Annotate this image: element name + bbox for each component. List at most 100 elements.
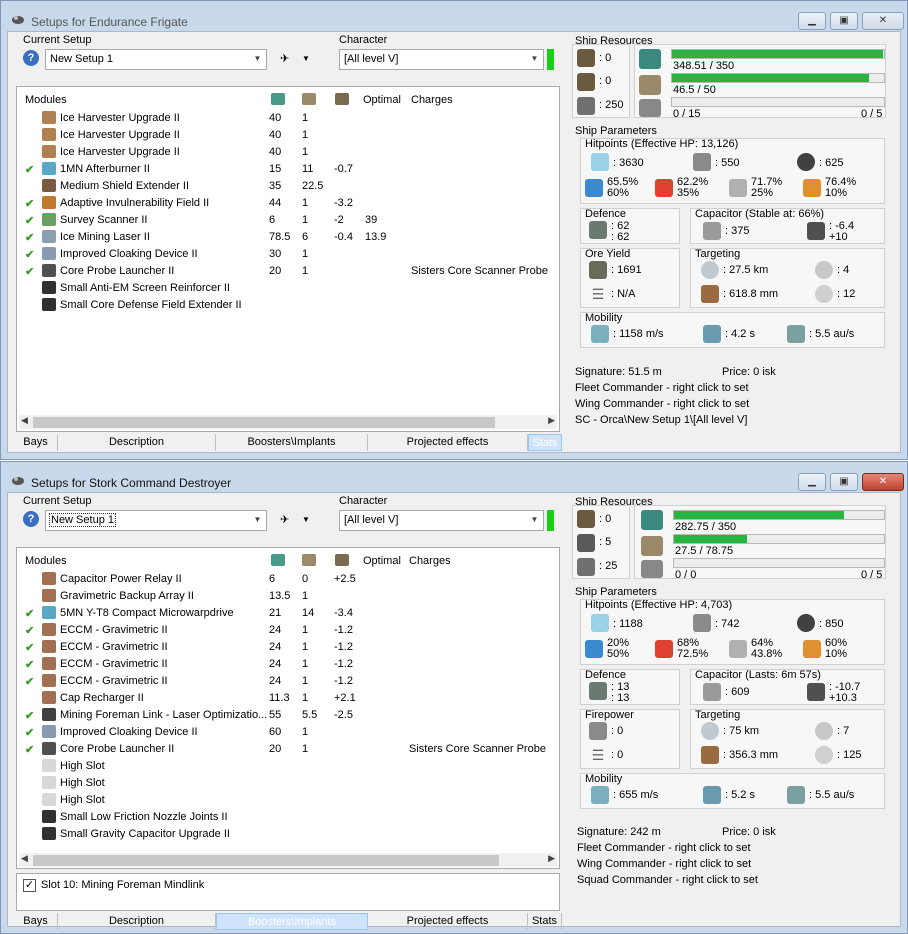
tab-stats[interactable]: Stats	[528, 434, 562, 451]
module-row[interactable]: Ice Harvester Upgrade II 40 1	[17, 144, 562, 161]
module-row[interactable]: ✔ Improved Cloaking Device II 60 1	[17, 724, 562, 741]
module-row[interactable]: ✔ ECCM - Gravimetric II 24 1 -1.2	[17, 673, 562, 690]
module-row[interactable]: ✔ Mining Foreman Link - Laser Optimizatio…	[17, 707, 562, 724]
column-optimal[interactable]: Optimal	[363, 555, 401, 567]
module-row[interactable]: High Slot	[17, 758, 562, 775]
active-check-icon[interactable]: ✔	[25, 726, 34, 739]
tab-boosters-implants[interactable]: Boosters\Implants	[216, 913, 368, 930]
column-charges[interactable]: Charges	[409, 555, 451, 567]
module-row[interactable]: High Slot	[17, 775, 562, 792]
scrollbar-thumb[interactable]	[33, 417, 495, 428]
active-check-icon[interactable]: ✔	[25, 197, 34, 210]
module-row[interactable]: ✔ 1MN Afterburner II 15 11 -0.7	[17, 161, 562, 178]
module-row[interactable]: High Slot	[17, 792, 562, 809]
close-button[interactable]: ✕	[862, 12, 904, 30]
defence-group: Defence : 13: 13	[580, 669, 680, 705]
column-charges[interactable]: Charges	[411, 94, 453, 106]
scroll-left-icon[interactable]: ◀	[21, 415, 28, 426]
active-check-icon[interactable]: ✔	[25, 214, 34, 227]
active-check-icon[interactable]: ✔	[25, 675, 34, 688]
tab-projected-effects[interactable]: Projected effects	[368, 913, 528, 930]
module-row[interactable]: Ice Harvester Upgrade II 40 1	[17, 110, 562, 127]
module-row[interactable]: Small Gravity Capacitor Upgrade II	[17, 826, 562, 843]
column-optimal[interactable]: Optimal	[363, 94, 401, 106]
module-row[interactable]: ✔ ECCM - Gravimetric II 24 1 -1.2	[17, 639, 562, 656]
module-row[interactable]: Medium Shield Extender II 35 22.5	[17, 178, 562, 195]
module-row[interactable]: Ice Harvester Upgrade II 40 1	[17, 127, 562, 144]
column-cpu-icon[interactable]	[271, 554, 285, 566]
active-check-icon[interactable]: ✔	[25, 641, 34, 654]
minimize-button[interactable]: ▁	[798, 12, 826, 30]
column-capacitor-icon[interactable]	[335, 93, 349, 105]
tab-boosters-implants[interactable]: Boosters\Implants	[216, 434, 368, 451]
module-row[interactable]: Small Core Defense Field Extender II	[17, 297, 562, 314]
scroll-left-icon[interactable]: ◀	[21, 853, 28, 864]
active-check-icon[interactable]: ✔	[25, 743, 34, 756]
modules-list[interactable]: Modules Optimal Charges Ice Harvester Up…	[16, 86, 560, 432]
horizontal-scrollbar[interactable]: ◀ ▶	[19, 853, 557, 867]
module-row[interactable]: Cap Recharger II 11.3 1 +2.1	[17, 690, 562, 707]
active-check-icon[interactable]: ✔	[25, 658, 34, 671]
module-row[interactable]: ✔ Survey Scanner II 6 1 -2 39	[17, 212, 562, 229]
module-row[interactable]: ✔ Core Probe Launcher II 20 1 Sisters Core S…	[17, 741, 562, 758]
tab-projected-effects[interactable]: Projected effects	[368, 434, 528, 451]
tab-description[interactable]: Description	[58, 434, 216, 451]
help-icon[interactable]: ?	[23, 511, 39, 527]
close-button[interactable]: ✕	[862, 473, 904, 491]
active-check-icon[interactable]: ✔	[25, 607, 34, 620]
fitting-tools-button[interactable]: ✈ ▼	[276, 50, 318, 70]
horizontal-scrollbar[interactable]: ◀ ▶	[19, 415, 557, 429]
wing-commander-link[interactable]: Wing Commander - right click to set	[575, 398, 749, 410]
fleet-commander-link[interactable]: Fleet Commander - right click to set	[577, 842, 751, 854]
minimize-button[interactable]: ▁	[798, 473, 826, 491]
character-select[interactable]: [All level V] ▼	[339, 510, 544, 531]
tab-bays[interactable]: Bays	[14, 913, 58, 930]
column-modules[interactable]: Modules	[25, 94, 67, 106]
help-icon[interactable]: ?	[23, 50, 39, 66]
column-capacitor-icon[interactable]	[335, 554, 349, 566]
module-row[interactable]: Small Anti-EM Screen Reinforcer II	[17, 280, 562, 297]
module-row[interactable]: ✔ ECCM - Gravimetric II 24 1 -1.2	[17, 656, 562, 673]
character-select[interactable]: [All level V] ▼	[339, 49, 544, 70]
wing-commander-link[interactable]: Wing Commander - right click to set	[577, 858, 751, 870]
active-check-icon[interactable]: ✔	[25, 163, 34, 176]
maximize-button[interactable]: ▣	[830, 12, 858, 30]
fitting-tools-button[interactable]: ✈ ▼	[276, 511, 318, 531]
column-powergrid-icon[interactable]	[302, 93, 316, 105]
hull-hp-value: : 625	[819, 157, 844, 169]
active-check-icon[interactable]: ✔	[25, 231, 34, 244]
module-row[interactable]: ✔ Adaptive Invulnerability Field II 44 1 -3.…	[17, 195, 562, 212]
module-row[interactable]: ✔ 5MN Y-T8 Compact Microwarpdrive 21 14 -3.4	[17, 605, 562, 622]
active-check-icon[interactable]: ✔	[25, 248, 34, 261]
fleet-commander-link[interactable]: Fleet Commander - right click to set	[575, 382, 749, 394]
setup-select[interactable]: New Setup 1 ▼	[45, 510, 267, 531]
module-row[interactable]: ✔ ECCM - Gravimetric II 24 1 -1.2	[17, 622, 562, 639]
module-row[interactable]: ✔ Core Probe Launcher II 20 1 Sisters Core S…	[17, 263, 562, 280]
explosive-resist-armor: 10%	[825, 648, 848, 660]
column-modules[interactable]: Modules	[25, 555, 67, 567]
squad-commander-link[interactable]: Squad Commander - right click to set	[577, 874, 758, 886]
modules-list[interactable]: Modules Optimal Charges Capacitor Power …	[16, 547, 560, 869]
column-cpu-icon[interactable]	[271, 93, 285, 105]
dps-value: : 0	[611, 725, 624, 737]
scrollbar-thumb[interactable]	[33, 855, 499, 866]
tab-bays[interactable]: Bays	[14, 434, 58, 451]
scroll-right-icon[interactable]: ▶	[548, 415, 555, 426]
maximize-button[interactable]: ▣	[830, 473, 858, 491]
tab-stats[interactable]: Stats	[528, 913, 562, 930]
module-row[interactable]: ✔ Improved Cloaking Device II 30 1	[17, 246, 562, 263]
scroll-right-icon[interactable]: ▶	[548, 853, 555, 864]
active-check-icon[interactable]: ✔	[25, 709, 34, 722]
setup-select[interactable]: New Setup 1 ▼	[45, 49, 267, 70]
column-powergrid-icon[interactable]	[302, 554, 316, 566]
tab-description[interactable]: Description	[58, 913, 216, 930]
module-row[interactable]: Capacitor Power Relay II 6 0 +2.5	[17, 571, 562, 588]
mindlink-checkbox[interactable]: ✓	[23, 879, 36, 892]
squad-commander-link[interactable]: SC - Orca\New Setup 1\[All level V]	[575, 414, 747, 426]
active-check-icon[interactable]: ✔	[25, 265, 34, 278]
active-check-icon[interactable]: ✔	[25, 624, 34, 637]
module-name: ECCM - Gravimetric II	[60, 675, 168, 687]
module-row[interactable]: ✔ Ice Mining Laser II 78.5 6 -0.4 13.9	[17, 229, 562, 246]
module-row[interactable]: Gravimetric Backup Array II 13.5 1	[17, 588, 562, 605]
module-row[interactable]: Small Low Friction Nozzle Joints II	[17, 809, 562, 826]
